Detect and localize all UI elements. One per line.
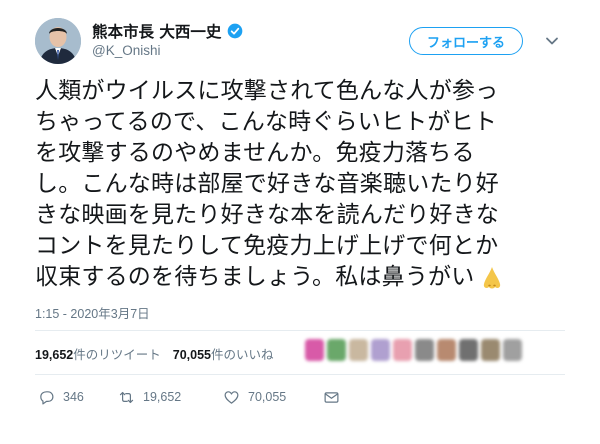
retweet-stat[interactable]: 19,652 件のリツイート — [35, 344, 161, 363]
tweet-line: ちゃってるので、こんな時ぐらいヒトがヒト — [35, 109, 497, 135]
liker-avatar[interactable] — [349, 339, 368, 361]
nose-icon — [484, 266, 501, 288]
retweet-action-count: 19,652 — [143, 390, 182, 404]
tweet-timestamp[interactable]: 1:15 - 2020年3月7日 — [35, 303, 150, 322]
chevron-down-icon[interactable] — [545, 34, 559, 48]
like-label: 件のいいね — [210, 346, 274, 362]
liker-avatar[interactable] — [327, 339, 346, 361]
tweet-line-text: 収束するのを待ちましょう。私は鼻うがい — [35, 264, 475, 290]
retweet-icon — [119, 391, 134, 403]
divider — [35, 330, 565, 331]
tweet-stats: 19,652 件のリツイート 70,055 件のいいね — [35, 344, 286, 362]
like-stat[interactable]: 70,055 件のいいね — [173, 344, 274, 363]
divider — [35, 374, 565, 375]
tweet-card: 熊本市長 大西一史 @K_Onishi フォローする 人類がウイルスに攻撃されて… — [0, 0, 600, 444]
tweet-text: 人類がウイルスに攻撃されて色んな人が参っ ちゃってるので、こんな時ぐらいヒトがヒ… — [35, 76, 565, 293]
tweet-line: コントを見たりして免疫力上げ上げで何とか — [35, 233, 499, 259]
like-action-count: 70,055 — [248, 390, 287, 404]
liker-avatar[interactable] — [393, 339, 412, 361]
tweet-line: を攻撃するのやめませんか。免疫力落ちる — [35, 140, 475, 166]
message-button[interactable] — [323, 389, 340, 406]
liker-avatar[interactable] — [481, 339, 500, 361]
like-button[interactable]: 70,055 — [223, 389, 323, 406]
liker-avatar[interactable] — [371, 339, 390, 361]
retweet-button[interactable]: 19,652 — [118, 389, 223, 406]
liker-avatar[interactable] — [305, 339, 324, 361]
tweet-line: 人類がウイルスに攻撃されて色んな人が参っ — [35, 78, 499, 104]
like-count: 70,055 — [172, 347, 211, 362]
reply-icon — [40, 390, 54, 404]
tweet-line: きな映画を見たり好きな本を読んだり好きな — [35, 202, 499, 228]
tweet-line-last: 収束するのを待ちましょう。私は鼻うがい — [35, 262, 565, 293]
liker-avatar[interactable] — [415, 339, 434, 361]
display-name[interactable]: 熊本市長 大西一史 — [92, 20, 221, 42]
retweet-label: 件のリツイート — [73, 346, 161, 362]
avatar[interactable] — [35, 18, 81, 64]
follow-button-label: フォローする — [426, 35, 505, 51]
reply-count: 346 — [63, 390, 84, 404]
name-row: 熊本市長 大西一史 — [92, 21, 243, 41]
liker-avatar[interactable] — [459, 339, 478, 361]
liker-avatar[interactable] — [437, 339, 456, 361]
heart-icon — [224, 390, 239, 404]
reply-button[interactable]: 346 — [38, 389, 118, 406]
liker-avatar[interactable] — [503, 339, 522, 361]
avatar-photo — [35, 18, 81, 64]
retweet-count: 19,652 — [35, 347, 74, 362]
follow-button[interactable]: フォローする — [409, 27, 523, 55]
user-handle[interactable]: @K_Onishi — [92, 43, 160, 58]
envelope-icon — [324, 391, 339, 403]
liker-avatars — [305, 339, 522, 361]
verified-badge-icon — [228, 23, 243, 39]
tweet-actions: 346 19,652 70,055 — [38, 388, 340, 406]
tweet-line: し。こんな時は部屋で好きな音楽聴いたり好 — [35, 171, 499, 197]
